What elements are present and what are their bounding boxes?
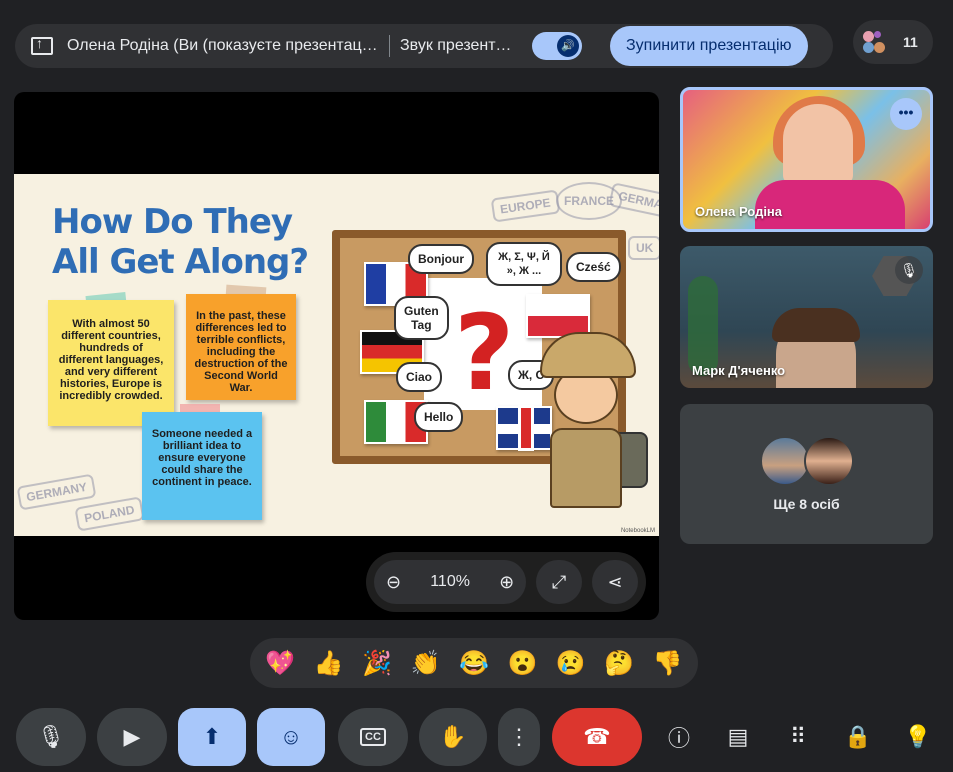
sticky-note-3: Someone needed a brilliant idea to ensur… <box>142 412 262 520</box>
chat-button[interactable]: ▤ <box>716 708 760 766</box>
others-tile[interactable]: Ще 8 осіб <box>680 404 933 544</box>
bubble-symbols: Ж, Σ, Ψ, Й », Ж ... <box>486 242 562 286</box>
zoom-level: 110% <box>430 573 470 590</box>
presenting-text: Олена Родіна (Ви (показуєте презентацію)… <box>67 37 379 54</box>
presentation-audio-toggle[interactable]: 🔊 <box>532 32 582 60</box>
bubble-bonjour: Bonjour <box>408 244 474 274</box>
bubble-guten-tag: Guten Tag <box>394 296 449 340</box>
speaker-icon: 🔊 <box>557 35 579 57</box>
avatar <box>804 436 854 486</box>
avatar <box>760 436 810 486</box>
participant-face <box>783 104 853 184</box>
zoom-control: ⊖ 110% ⊕ <box>374 560 527 604</box>
present-screen-icon <box>31 35 53 55</box>
stamp-germany-top: GERMANY <box>608 182 659 222</box>
others-avatars <box>760 436 856 486</box>
presented-slide: EUROPE FRANCE GERMANY UK GERMANY POLAND … <box>14 174 659 536</box>
presentation-stage: EUROPE FRANCE GERMANY UK GERMANY POLAND … <box>14 92 659 620</box>
chat-icon: ▤ <box>727 724 749 749</box>
others-count-label: Ще 8 осіб <box>773 496 840 512</box>
participants-chip[interactable]: 11 <box>853 20 933 64</box>
question-mark-icon: ? <box>454 292 515 414</box>
raise-hand-icon: ✋ <box>439 724 467 749</box>
camera-button[interactable]: ▶ <box>97 708 167 766</box>
participant-name: Олена Родіна <box>695 204 783 219</box>
raise-hand-button[interactable]: ✋ <box>419 708 487 766</box>
participants-count: 11 <box>903 34 918 50</box>
stamp-uk: UK <box>628 236 659 260</box>
bubble-czesc: Cześć <box>566 252 621 282</box>
end-call-button[interactable]: ☎ <box>552 708 642 766</box>
participant-tile-second[interactable]: 🎙 Марк Д'яченко <box>680 246 933 388</box>
slide-title-line2: All Get Along? <box>52 242 309 282</box>
mic-off-icon: 🎙 <box>895 256 923 284</box>
present-button[interactable]: ⬆ <box>178 708 246 766</box>
reaction-crying[interactable]: 😢 <box>551 649 591 678</box>
participant-hair <box>772 308 860 342</box>
sticky-note-2: In the past, these differences led to te… <box>186 294 296 400</box>
meeting-info-button[interactable]: ⓘ <box>657 708 701 766</box>
more-options-button[interactable]: ⋮ <box>498 708 540 766</box>
reaction-thinking[interactable]: 🤔 <box>599 649 639 678</box>
activities-button[interactable]: ⠿ <box>776 708 820 766</box>
participant-avatars-icon <box>863 31 885 53</box>
reaction-surprised[interactable]: 😮 <box>502 649 542 678</box>
participant-name: Марк Д'яченко <box>692 363 786 378</box>
reaction-thumbs-down[interactable]: 👎 <box>648 649 688 678</box>
sticky-note-1: With almost 50 different countries, hund… <box>48 300 174 426</box>
camera-icon: ▶ <box>123 724 141 749</box>
reaction-sparkling-heart[interactable]: 💖 <box>260 649 300 678</box>
bubble-hello: Hello <box>414 402 464 432</box>
notebooklm-watermark: NotebookLM <box>620 528 655 534</box>
share-button[interactable]: ⋖ <box>592 560 638 604</box>
captions-icon: CC <box>360 728 386 746</box>
meet-window: Олена Родіна (Ви (показуєте презентацію)… <box>0 0 953 772</box>
participant-tile-main[interactable]: ••• Олена Родіна <box>680 87 933 232</box>
reaction-tears-of-joy[interactable]: 😂 <box>454 649 494 678</box>
reaction-party-popper[interactable]: 🎉 <box>357 649 397 678</box>
presentation-audio-label: Звук презентації <box>400 37 520 54</box>
emoji-button[interactable]: ☺ <box>257 708 325 766</box>
present-screen-icon: ⬆ <box>202 724 222 749</box>
more-vert-icon: ⋮ <box>508 724 530 749</box>
stop-presenting-button[interactable]: Зупинити презентацію <box>610 26 808 66</box>
bubble-ciao: Ciao <box>396 362 443 392</box>
plant-background <box>688 276 718 376</box>
stamp-poland: POLAND <box>74 496 145 532</box>
zoom-out-icon[interactable]: ⊖ <box>386 572 401 593</box>
zoom-toolbar: ⊖ 110% ⊕ ⤢ ⋖ <box>366 552 646 612</box>
reaction-clapping[interactable]: 👏 <box>406 649 446 678</box>
end-call-icon: ☎ <box>583 724 611 749</box>
reaction-thumbs-up[interactable]: 👍 <box>309 649 349 678</box>
kid-body <box>550 428 622 508</box>
light-bulb-icon: 💡 <box>904 724 932 749</box>
more-options-icon[interactable]: ••• <box>890 98 922 130</box>
light-bulb-button[interactable]: 💡 <box>896 708 940 766</box>
slide-title: How Do They All Get Along? <box>52 202 309 282</box>
pith-helmet <box>540 332 636 378</box>
microphone-button[interactable]: 🎙 <box>16 708 86 766</box>
stamp-europe: EUROPE <box>490 189 561 223</box>
reactions-bar: 💖 👍 🎉 👏 😂 😮 😢 🤔 👎 <box>250 638 698 688</box>
captions-button[interactable]: CC <box>338 708 408 766</box>
share-icon: ⋖ <box>607 571 623 592</box>
presenting-bar: Олена Родіна (Ви (показуєте презентацію)… <box>15 24 833 68</box>
divider <box>389 35 390 57</box>
emoji-icon: ☺ <box>279 724 303 749</box>
info-icon: ⓘ <box>667 726 690 751</box>
apps-grid-icon: ⠿ <box>789 724 807 749</box>
fullscreen-button[interactable]: ⤢ <box>536 560 583 604</box>
slide-title-line1: How Do They <box>52 202 293 242</box>
expand-icon: ⤢ <box>551 571 567 592</box>
microphone-icon: 🎙 <box>37 724 65 749</box>
lock-icon: 🔒 <box>844 724 872 749</box>
explorer-kid-illustration <box>524 332 654 532</box>
zoom-in-icon[interactable]: ⊕ <box>499 572 514 593</box>
host-controls-button[interactable]: 🔒 <box>836 708 880 766</box>
